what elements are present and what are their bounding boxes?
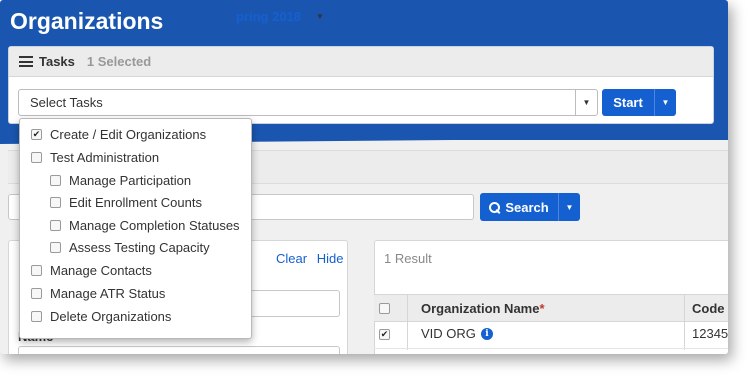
menu-checkbox[interactable]: [50, 196, 61, 208]
search-icon: [489, 201, 501, 213]
name-filter-input[interactable]: [18, 346, 340, 354]
menu-item-edit-enrollment-counts[interactable]: Edit Enrollment Counts: [50, 191, 202, 213]
menu-item-assess-testing-capacity[interactable]: Assess Testing Capacity: [50, 236, 210, 258]
term-selector-label[interactable]: pring 2018: [236, 9, 301, 24]
info-icon[interactable]: i: [480, 327, 493, 340]
start-split-caret-icon[interactable]: ▼: [654, 89, 676, 116]
tasks-selected-count: 1 Selected: [86, 54, 152, 69]
menu-checkbox[interactable]: [31, 287, 42, 299]
menu-checkbox[interactable]: [50, 219, 61, 231]
menu-checkbox[interactable]: [31, 264, 42, 276]
column-divider: [407, 294, 408, 350]
select-all-checkbox[interactable]: [379, 303, 390, 314]
menu-item-test-administration[interactable]: Test Administration: [31, 146, 159, 168]
filter-links: Clear Hide: [276, 251, 349, 266]
start-button[interactable]: Start ▼: [602, 89, 676, 116]
menu-item-manage-atr-status[interactable]: Manage ATR Status: [31, 282, 165, 304]
menu-item-manage-contacts[interactable]: Manage Contacts: [31, 259, 152, 281]
hide-link[interactable]: Hide: [317, 251, 344, 266]
menu-checkbox[interactable]: [31, 310, 42, 322]
search-button-main[interactable]: Search: [480, 200, 558, 215]
column-header-organization-name[interactable]: Organization Name*: [421, 301, 545, 316]
menu-checkbox[interactable]: [31, 151, 42, 163]
search-button-label: Search: [505, 199, 549, 215]
tasks-label: Tasks: [39, 54, 75, 69]
tasks-dropdown-menu: ✔ Create / Edit Organizations Test Admin…: [19, 118, 252, 339]
search-split-caret-icon[interactable]: ▼: [558, 193, 580, 221]
tasks-panel: Tasks 1 Selected Select Tasks ▼ Start ▼: [8, 46, 714, 124]
select-tasks-value: Select Tasks: [30, 95, 103, 110]
caret-down-icon[interactable]: ▼: [575, 90, 597, 115]
list-icon: [19, 56, 33, 67]
filter-input[interactable]: [250, 290, 340, 317]
row-checkbox[interactable]: ✔: [379, 329, 390, 340]
row-divider: [374, 348, 728, 349]
column-header-code[interactable]: Code: [692, 301, 725, 316]
results-count: 1 Result: [384, 251, 432, 266]
menu-checkbox[interactable]: [50, 241, 61, 253]
column-divider: [684, 294, 685, 350]
menu-checkbox[interactable]: ✔: [31, 128, 42, 140]
table-row-code: 12345: [692, 326, 728, 341]
menu-item-create-edit-organizations[interactable]: ✔ Create / Edit Organizations: [31, 123, 206, 145]
search-button[interactable]: Search ▼: [480, 193, 580, 221]
menu-checkbox[interactable]: [50, 174, 61, 186]
select-tasks-dropdown[interactable]: Select Tasks ▼: [18, 89, 598, 116]
menu-item-manage-completion-statuses[interactable]: Manage Completion Statuses: [50, 214, 240, 236]
start-button-label: Start: [613, 95, 643, 110]
term-caret-down-icon[interactable]: ▼: [316, 12, 324, 21]
menu-item-manage-participation[interactable]: Manage Participation: [50, 169, 191, 191]
menu-item-delete-organizations[interactable]: Delete Organizations: [31, 305, 171, 327]
clear-link[interactable]: Clear: [276, 251, 307, 266]
tasks-header: Tasks 1 Selected: [9, 47, 713, 77]
page-title: Organizations: [10, 8, 164, 34]
table-row-org-name[interactable]: VID ORG i: [421, 326, 493, 341]
app-window: Organizations Tasks 1 Selected Select Ta…: [0, 0, 728, 354]
